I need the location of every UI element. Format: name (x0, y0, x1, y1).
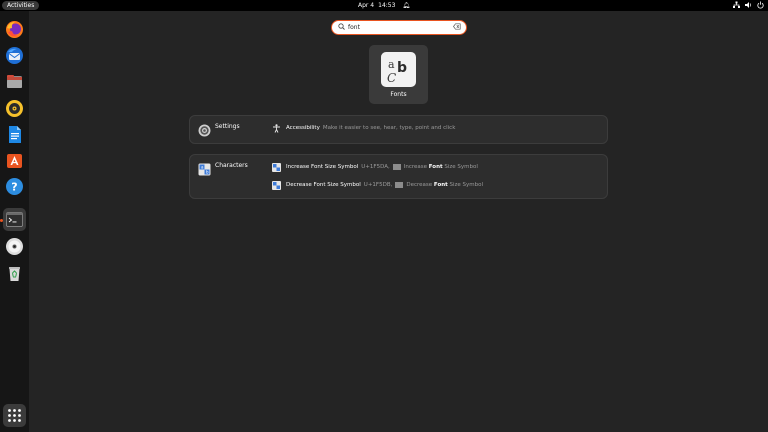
top-bar: Activities Apr 4 14:53 🔔︎ (0, 0, 768, 11)
glyph-placeholder (392, 164, 401, 170)
clock-time: 14:53 (378, 2, 396, 9)
result-increase-font-size-symbol[interactable]: Increase Font Size Symbol U+1F5DA, Incre… (272, 162, 478, 172)
rhythmbox-icon (6, 100, 23, 117)
result-accessibility[interactable]: Accessibility Make it easier to see, hea… (272, 123, 455, 133)
result-description-post: Size Symbol (444, 164, 478, 170)
dock: ? (0, 11, 29, 432)
result-description-match: Font (428, 164, 443, 170)
clear-search-icon[interactable] (453, 23, 461, 32)
dock-item-writer[interactable] (3, 123, 26, 146)
characters-provider-icon: a b (198, 163, 211, 176)
result-description-pre: Decrease (406, 182, 433, 188)
result-title: Accessibility (286, 125, 320, 131)
app-result-fonts[interactable]: a b C Fonts (369, 45, 428, 104)
characters-results-panel: a b Characters Increase Font Size Symbol… (189, 154, 608, 199)
clock-date: Apr 4 (358, 2, 375, 9)
dock-item-rhythmbox[interactable] (3, 97, 26, 120)
writer-icon (9, 126, 21, 143)
search-input[interactable] (348, 23, 448, 32)
notification-bell-icon: 🔔︎ (402, 2, 410, 9)
characters-icon (272, 180, 281, 190)
software-center-icon (7, 154, 22, 168)
volume-icon (745, 2, 752, 8)
disc-icon (6, 238, 23, 255)
characters-provider-name[interactable]: Characters (215, 162, 248, 169)
settings-provider-name[interactable]: Settings (215, 123, 240, 130)
dock-item-thunderbird[interactable] (3, 44, 26, 67)
glyph-placeholder (395, 182, 404, 188)
svg-text:C: C (387, 71, 396, 85)
result-title: Decrease Font Size Symbol (286, 182, 361, 188)
dock-item-trash[interactable] (3, 262, 26, 285)
system-tray[interactable] (733, 1, 764, 10)
app-grid-icon (8, 409, 21, 422)
result-decrease-font-size-symbol[interactable]: Decrease Font Size Symbol U+1F5DB, Decre… (272, 180, 483, 190)
dock-item-files[interactable] (3, 70, 26, 93)
app-result-label: Fonts (390, 91, 407, 98)
svg-text:?: ? (11, 181, 17, 194)
files-icon (7, 75, 22, 88)
fonts-icon: a b C (381, 52, 416, 87)
firefox-icon (6, 21, 23, 38)
result-description-post: Size Symbol (449, 182, 484, 188)
search-box[interactable] (331, 20, 467, 35)
running-indicator (0, 219, 3, 222)
characters-icon (272, 162, 281, 172)
search-icon (338, 23, 345, 32)
result-description-pre: Increase (403, 164, 428, 170)
dock-item-disc[interactable] (3, 235, 26, 258)
dock-item-terminal[interactable] (3, 208, 26, 231)
result-description: Make it easier to see, hear, type, point… (322, 125, 456, 131)
trash-icon (9, 267, 20, 281)
svg-text:b: b (397, 60, 407, 76)
svg-text:a: a (388, 58, 395, 71)
result-code: U+1F5DA, (361, 164, 390, 170)
dock-item-firefox[interactable] (3, 18, 26, 41)
settings-results-panel: Settings Accessibility Make it easier to… (189, 115, 608, 144)
dock-item-software[interactable] (3, 149, 26, 172)
clock[interactable]: Apr 4 14:53 🔔︎ (0, 1, 768, 10)
dock-item-help[interactable]: ? (3, 175, 26, 198)
result-description-match: Font (433, 182, 448, 188)
activities-overview: a b C Fonts Settings Accessibility Make … (29, 11, 768, 432)
terminal-icon (6, 212, 23, 227)
thunderbird-icon (6, 47, 23, 64)
network-icon (733, 1, 740, 8)
result-code: U+1F5DB, (363, 182, 393, 188)
show-apps-button[interactable] (3, 404, 26, 427)
help-icon: ? (6, 178, 23, 195)
settings-provider-icon (198, 124, 211, 137)
accessibility-icon (273, 123, 280, 133)
power-icon (757, 1, 764, 9)
result-title: Increase Font Size Symbol (286, 164, 359, 170)
